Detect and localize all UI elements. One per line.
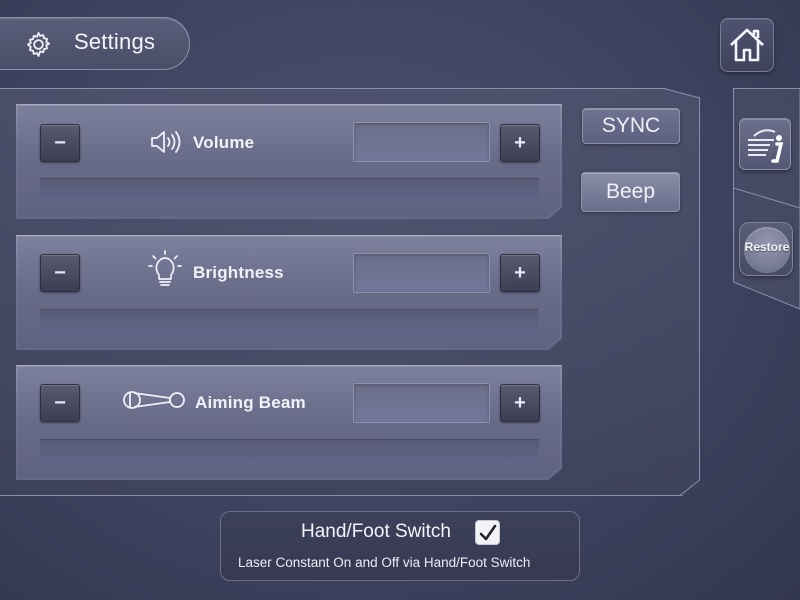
home-button[interactable] bbox=[720, 18, 774, 72]
brightness-card: − Brightness + bbox=[16, 235, 562, 350]
volume-increase-button[interactable]: + bbox=[500, 124, 540, 162]
home-icon bbox=[730, 28, 764, 62]
gear-icon bbox=[26, 32, 51, 57]
brightness-value bbox=[353, 253, 490, 293]
hand-foot-switch-label: Hand/Foot Switch bbox=[301, 521, 451, 542]
info-icon bbox=[748, 129, 784, 163]
aiming-beam-icon bbox=[123, 391, 185, 409]
aiming-beam-decrease-button[interactable]: − bbox=[40, 384, 80, 422]
hand-foot-switch-box: Hand/Foot Switch Laser Constant On and O… bbox=[220, 511, 580, 581]
aiming-beam-increase-button[interactable]: + bbox=[500, 384, 540, 422]
aiming-beam-value bbox=[353, 383, 490, 423]
brightness-increase-button[interactable]: + bbox=[500, 254, 540, 292]
aiming-beam-label: Aiming Beam bbox=[195, 393, 306, 412]
volume-card: − Volume + bbox=[16, 104, 562, 219]
restore-label: Restore bbox=[744, 240, 790, 254]
volume-decrease-button[interactable]: − bbox=[40, 124, 80, 162]
info-button[interactable] bbox=[739, 118, 791, 170]
aiming-beam-slider[interactable] bbox=[40, 439, 539, 465]
brightness-slider[interactable] bbox=[40, 309, 539, 335]
lightbulb-icon bbox=[148, 250, 182, 286]
brightness-decrease-button[interactable]: − bbox=[40, 254, 80, 292]
volume-value bbox=[353, 122, 490, 162]
brightness-label: Brightness bbox=[193, 263, 284, 282]
hand-foot-switch-checkbox[interactable] bbox=[475, 520, 500, 545]
aiming-beam-card: − Aiming Beam + bbox=[16, 365, 562, 480]
restore-button[interactable]: Restore bbox=[739, 222, 793, 276]
page-title: Settings bbox=[74, 29, 156, 54]
checkmark-icon bbox=[479, 524, 496, 540]
volume-slider[interactable] bbox=[40, 178, 539, 204]
sync-button[interactable]: SYNC bbox=[582, 108, 680, 144]
volume-label: Volume bbox=[193, 133, 255, 152]
beep-button[interactable]: Beep bbox=[581, 172, 680, 212]
hand-foot-switch-description: Laser Constant On and Off via Hand/Foot … bbox=[238, 555, 531, 570]
speaker-icon bbox=[151, 131, 181, 153]
